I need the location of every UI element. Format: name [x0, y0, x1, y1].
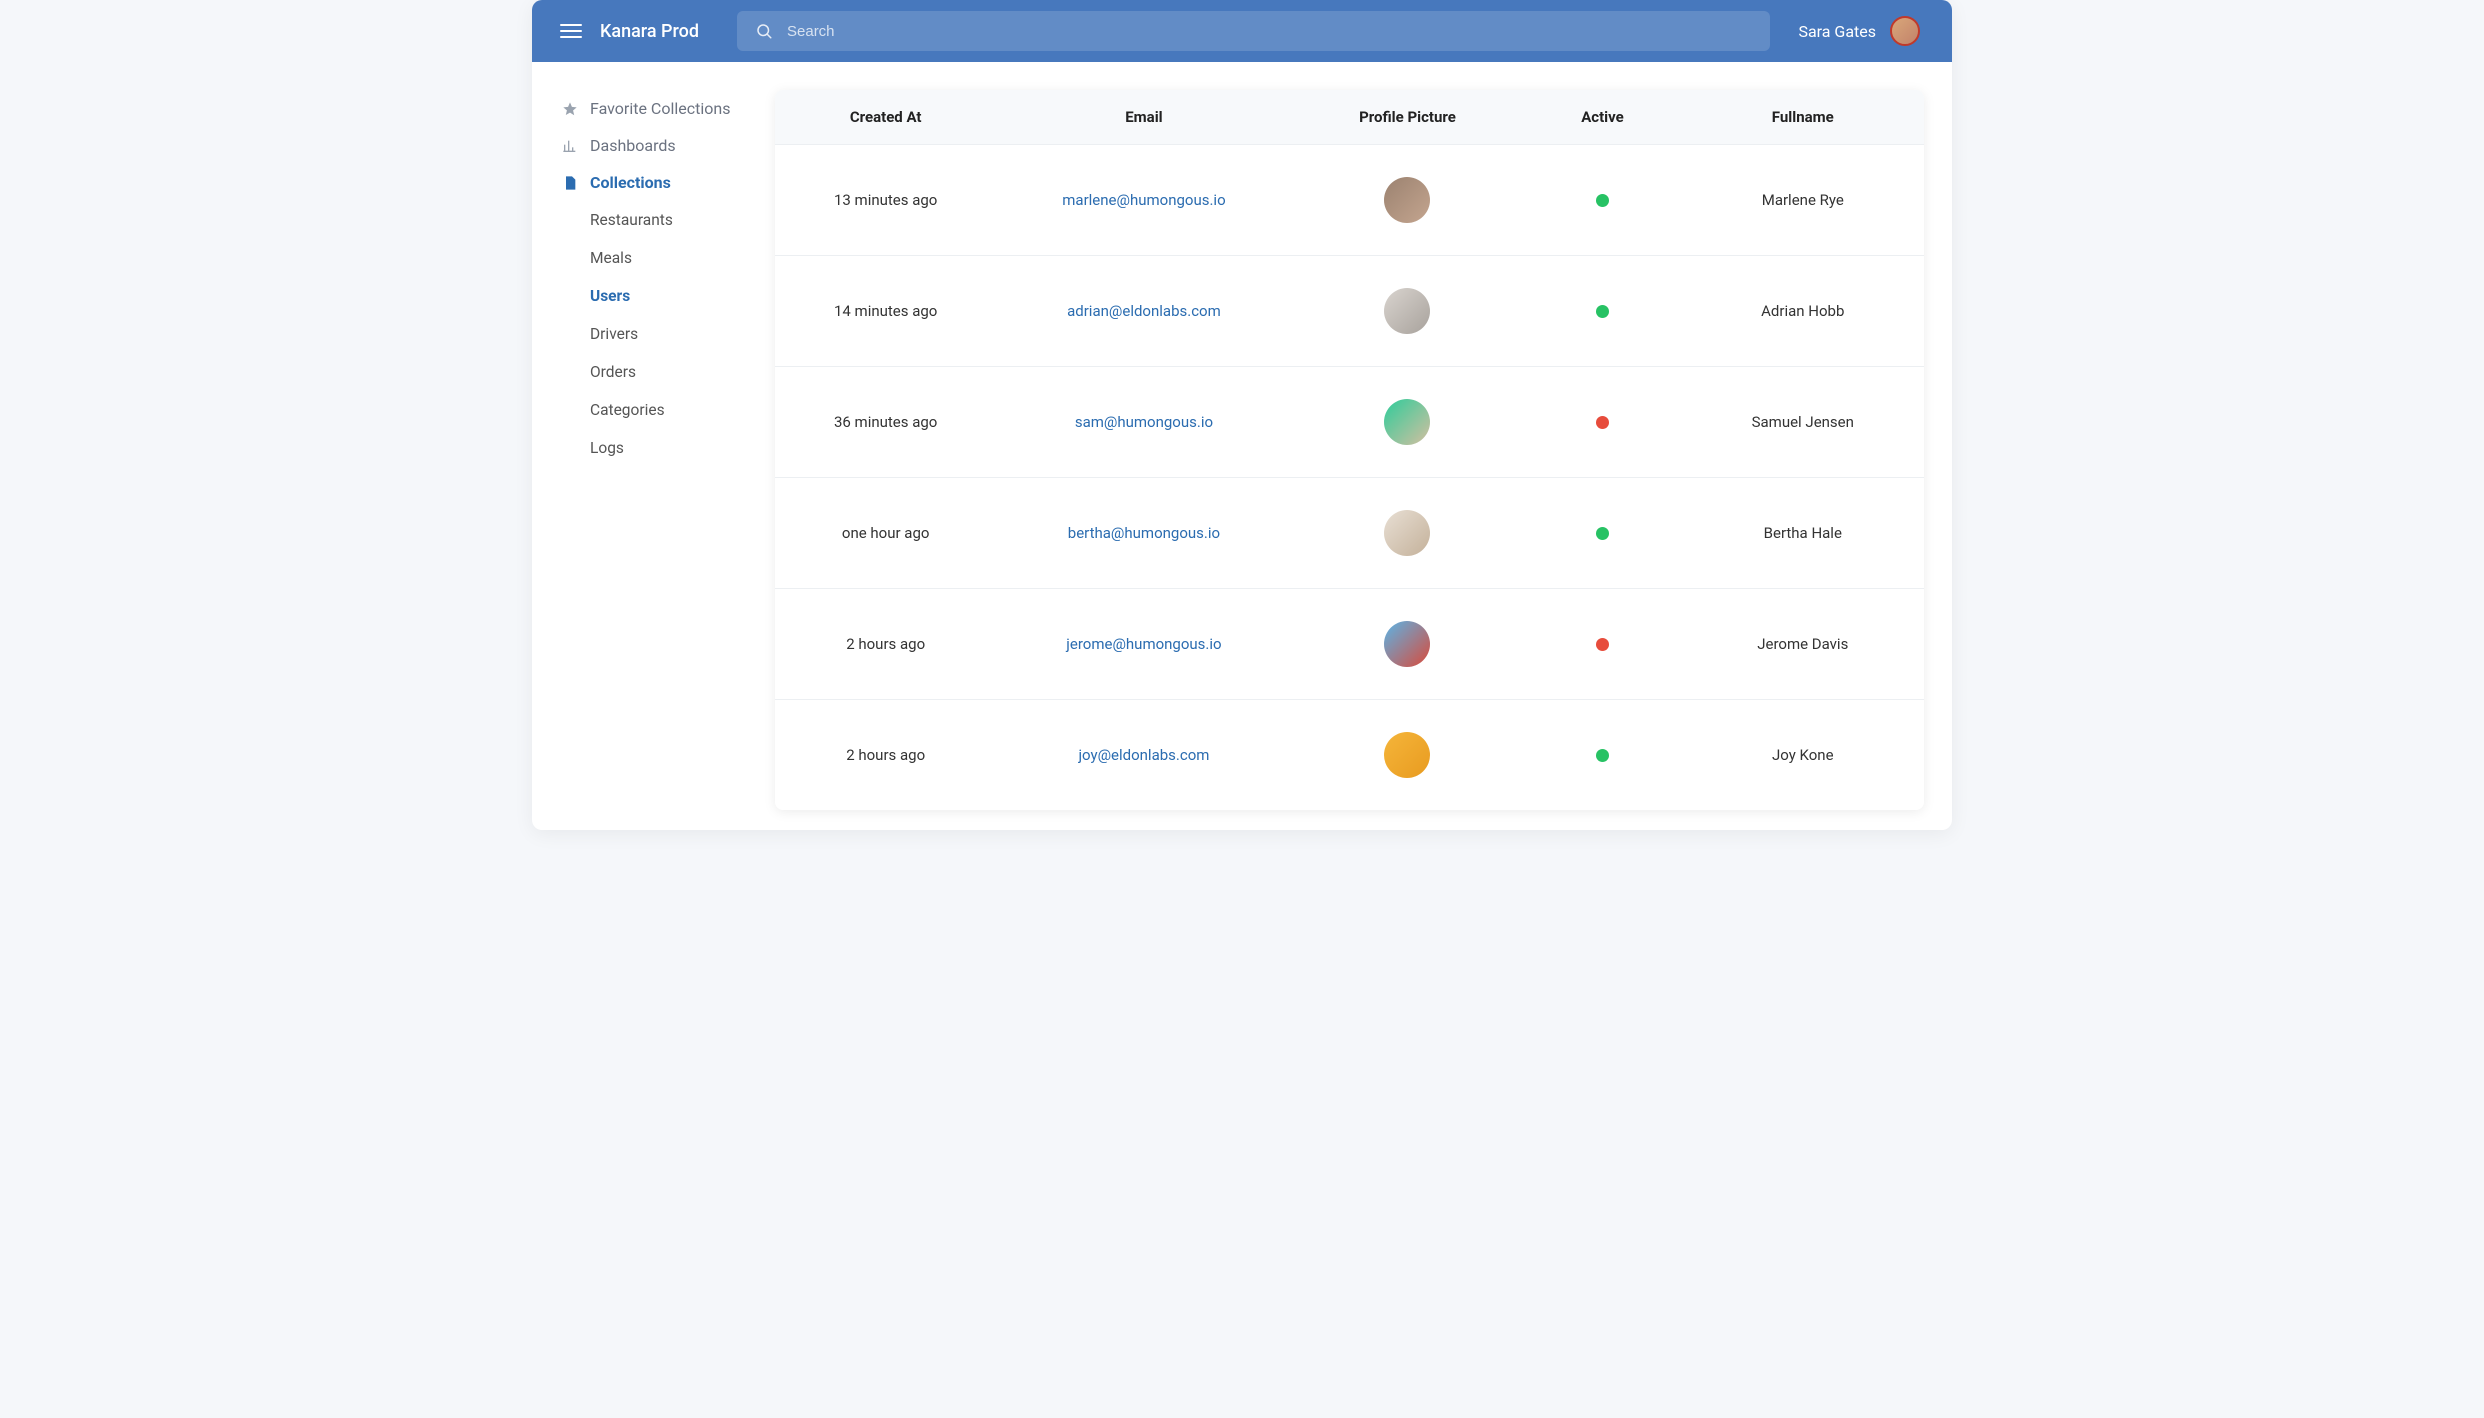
- cell-email: adrian@eldonlabs.com: [996, 302, 1291, 320]
- sidebar-item-label: Collections: [590, 173, 671, 192]
- cell-fullname: Joy Kone: [1682, 746, 1924, 764]
- bar-chart-icon: [562, 138, 578, 154]
- main-content: Created At Email Profile Picture Active …: [775, 62, 1952, 830]
- body: Favorite Collections Dashboards Collecti…: [532, 62, 1952, 830]
- sidebar-item-label: Restaurants: [590, 211, 673, 229]
- sidebar-item-collections[interactable]: Collections: [562, 164, 755, 201]
- cell-email: jerome@humongous.io: [996, 635, 1291, 653]
- col-fullname[interactable]: Fullname: [1682, 108, 1924, 126]
- profile-avatar: [1384, 288, 1430, 334]
- cell-profile-picture: [1292, 621, 1524, 667]
- cell-created-at: 14 minutes ago: [775, 302, 996, 320]
- sidebar-item-label: Logs: [590, 439, 624, 457]
- cell-profile-picture: [1292, 399, 1524, 445]
- cell-active: [1523, 638, 1681, 651]
- sidebar-item-label: Meals: [590, 249, 632, 267]
- sidebar-item-label: Users: [590, 287, 630, 305]
- table-row[interactable]: 14 minutes ago adrian@eldonlabs.com Adri…: [775, 255, 1924, 366]
- cell-profile-picture: [1292, 177, 1524, 223]
- user-name[interactable]: Sara Gates: [1798, 22, 1876, 41]
- profile-avatar: [1384, 732, 1430, 778]
- status-dot-icon: [1596, 527, 1609, 540]
- email-link[interactable]: bertha@humongous.io: [1068, 524, 1220, 542]
- email-link[interactable]: jerome@humongous.io: [1066, 635, 1221, 653]
- cell-email: sam@humongous.io: [996, 413, 1291, 431]
- cell-fullname: Jerome Davis: [1682, 635, 1924, 653]
- search-input[interactable]: [787, 23, 1752, 40]
- sidebar-sub-drivers[interactable]: Drivers: [590, 315, 755, 353]
- cell-fullname: Marlene Rye: [1682, 191, 1924, 209]
- sidebar-item-dashboards[interactable]: Dashboards: [562, 127, 755, 164]
- status-dot-icon: [1596, 194, 1609, 207]
- table-row[interactable]: 13 minutes ago marlene@humongous.io Marl…: [775, 144, 1924, 255]
- cell-fullname: Samuel Jensen: [1682, 413, 1924, 431]
- cell-profile-picture: [1292, 288, 1524, 334]
- email-link[interactable]: joy@eldonlabs.com: [1078, 746, 1209, 764]
- table-header-row: Created At Email Profile Picture Active …: [775, 90, 1924, 144]
- users-table: Created At Email Profile Picture Active …: [775, 90, 1924, 810]
- star-icon: [562, 101, 578, 117]
- sidebar-sub-categories[interactable]: Categories: [590, 391, 755, 429]
- table-row[interactable]: 2 hours ago jerome@humongous.io Jerome D…: [775, 588, 1924, 699]
- cell-fullname: Adrian Hobb: [1682, 302, 1924, 320]
- sidebar: Favorite Collections Dashboards Collecti…: [532, 62, 775, 830]
- status-dot-icon: [1596, 305, 1609, 318]
- table-row[interactable]: 36 minutes ago sam@humongous.io Samuel J…: [775, 366, 1924, 477]
- cell-created-at: one hour ago: [775, 524, 996, 542]
- profile-avatar: [1384, 510, 1430, 556]
- sidebar-item-label: Favorite Collections: [590, 99, 730, 118]
- col-profile-picture[interactable]: Profile Picture: [1292, 108, 1524, 126]
- user-avatar[interactable]: [1890, 16, 1920, 46]
- menu-toggle-button[interactable]: [560, 20, 582, 42]
- cell-email: marlene@humongous.io: [996, 191, 1291, 209]
- profile-avatar: [1384, 621, 1430, 667]
- sidebar-sub-list: Restaurants Meals Users Drivers Orders C…: [562, 201, 755, 467]
- status-dot-icon: [1596, 749, 1609, 762]
- cell-created-at: 36 minutes ago: [775, 413, 996, 431]
- sidebar-item-favorite-collections[interactable]: Favorite Collections: [562, 90, 755, 127]
- sidebar-sub-restaurants[interactable]: Restaurants: [590, 201, 755, 239]
- search-field[interactable]: [737, 11, 1770, 51]
- cell-active: [1523, 194, 1681, 207]
- col-created-at[interactable]: Created At: [775, 108, 996, 126]
- cell-created-at: 2 hours ago: [775, 635, 996, 653]
- profile-avatar: [1384, 399, 1430, 445]
- col-active[interactable]: Active: [1523, 108, 1681, 126]
- cell-active: [1523, 305, 1681, 318]
- cell-email: joy@eldonlabs.com: [996, 746, 1291, 764]
- sidebar-sub-logs[interactable]: Logs: [590, 429, 755, 467]
- table-row[interactable]: one hour ago bertha@humongous.io Bertha …: [775, 477, 1924, 588]
- email-link[interactable]: sam@humongous.io: [1075, 413, 1213, 431]
- sidebar-item-label: Drivers: [590, 325, 638, 343]
- sidebar-sub-orders[interactable]: Orders: [590, 353, 755, 391]
- cell-email: bertha@humongous.io: [996, 524, 1291, 542]
- cell-profile-picture: [1292, 510, 1524, 556]
- sidebar-item-label: Categories: [590, 401, 665, 419]
- cell-active: [1523, 749, 1681, 762]
- sidebar-item-label: Dashboards: [590, 136, 676, 155]
- email-link[interactable]: marlene@humongous.io: [1062, 191, 1225, 209]
- sidebar-sub-users[interactable]: Users: [590, 277, 755, 315]
- cell-active: [1523, 416, 1681, 429]
- email-link[interactable]: adrian@eldonlabs.com: [1067, 302, 1221, 320]
- header-bar: Kanara Prod Sara Gates: [532, 0, 1952, 62]
- app-frame: Kanara Prod Sara Gates Favorite Collecti…: [532, 0, 1952, 830]
- status-dot-icon: [1596, 638, 1609, 651]
- search-icon: [755, 22, 773, 40]
- profile-avatar: [1384, 177, 1430, 223]
- cell-active: [1523, 527, 1681, 540]
- cell-profile-picture: [1292, 732, 1524, 778]
- col-email[interactable]: Email: [996, 108, 1291, 126]
- sidebar-item-label: Orders: [590, 363, 636, 381]
- page-icon: [562, 175, 578, 191]
- table-row[interactable]: 2 hours ago joy@eldonlabs.com Joy Kone: [775, 699, 1924, 810]
- cell-created-at: 13 minutes ago: [775, 191, 996, 209]
- status-dot-icon: [1596, 416, 1609, 429]
- cell-fullname: Bertha Hale: [1682, 524, 1924, 542]
- sidebar-sub-meals[interactable]: Meals: [590, 239, 755, 277]
- cell-created-at: 2 hours ago: [775, 746, 996, 764]
- app-title: Kanara Prod: [600, 21, 699, 42]
